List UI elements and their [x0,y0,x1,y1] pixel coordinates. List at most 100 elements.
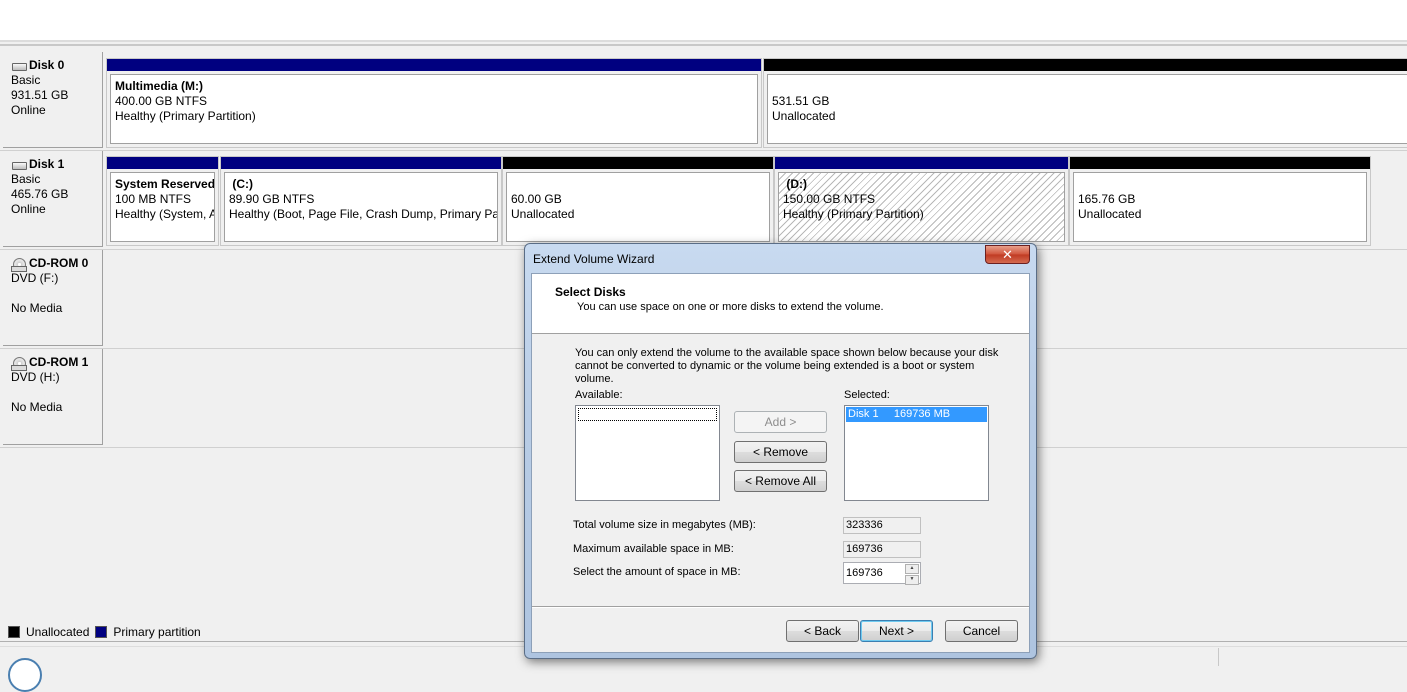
cdrom-1-label[interactable]: CD-ROM 1 DVD (H:) No Media [3,349,103,445]
amount-label: Select the amount of space in MB: [573,566,741,578]
remove-button[interactable]: < Remove [734,441,827,463]
legend: Unallocated Primary partition [8,625,201,639]
cancel-button[interactable]: Cancel [945,620,1018,642]
wizard-client-area: Select Disks You can use space on one or… [531,273,1030,653]
primary-partition-bar [107,59,761,71]
volume-status: Healthy (System, Active, Primary Partiti… [115,207,214,221]
hard-disk-icon [11,160,27,170]
unallocated-bar [764,59,1407,71]
disk-size [11,286,102,301]
wizard-page-title: Select Disks [555,285,626,299]
volume-status: Unallocated [511,207,575,221]
volume-unallocated-165gb[interactable]: 165.76 GB Unallocated [1069,156,1371,246]
volume-title: Multimedia (M:) [115,79,203,93]
available-listbox[interactable] [575,405,720,501]
volume-size: 531.51 GB [772,94,830,108]
amount-spinner[interactable]: 169736 ▲ ▼ [843,562,921,585]
close-button[interactable]: ✕ [985,245,1030,264]
status-bar-separator [1218,648,1219,666]
disk-status: No Media [11,301,63,315]
volume-details: (D:) 150.00 GB NTFS Healthy (Primary Par… [778,172,1065,242]
splitter-line [0,40,1407,42]
wizard-page-subtitle: You can use space on one or more disks t… [577,301,884,313]
volume-details: 165.76 GB Unallocated [1073,172,1367,242]
volume-details: System Reserved 100 MB NTFS Healthy (Sys… [110,172,215,242]
volume-title [1078,177,1366,192]
volume-list-area [0,0,1407,40]
disk-name: Disk 0 [29,58,65,72]
volume-size: 165.76 GB [1078,192,1136,206]
button-separator-highlight [532,607,1029,608]
cd-drive-icon [11,356,27,371]
volume-title [511,177,769,192]
disk-status: Online [11,202,46,216]
remove-all-button[interactable]: < Remove All [734,470,827,492]
volume-title: (C:) [229,177,253,191]
volume-size: 89.90 GB NTFS [229,192,315,206]
volume-size: 400.00 GB NTFS [115,94,208,108]
volume-status: Unallocated [772,109,836,123]
disk-status: No Media [11,400,63,414]
volume-status: Healthy (Primary Partition) [783,207,924,221]
disk-status: Online [11,103,46,117]
selected-disk-item[interactable]: Disk 1 169736 MB [846,407,987,422]
selected-label: Selected: [844,389,890,401]
info-text: You can only extend the volume to the av… [575,347,999,385]
listbox-focus-rect [578,408,717,421]
disk-1-label[interactable]: Disk 1 Basic 465.76 GB Online [3,151,103,247]
volume-unallocated-60gb[interactable]: 60.00 GB Unallocated [502,156,774,246]
disk-type: Basic [11,73,41,87]
disk-size [11,385,102,400]
volume-title [772,79,1407,94]
volume-d-selected[interactable]: (D:) 150.00 GB NTFS Healthy (Primary Par… [774,156,1069,246]
volume-c[interactable]: (C:) 89.90 GB NTFS Healthy (Boot, Page F… [220,156,502,246]
disk-0-label[interactable]: Disk 0 Basic 931.51 GB Online [3,52,103,148]
cdrom-0-label[interactable]: CD-ROM 0 DVD (F:) No Media [3,250,103,346]
close-icon: ✕ [1002,247,1013,262]
volume-title: System Reserved [115,177,215,191]
max-space-value: 169736 [843,541,921,558]
volume-size: 100 MB NTFS [115,192,192,206]
spin-down-icon[interactable]: ▼ [905,575,919,585]
disk-size: 931.51 GB [11,88,69,102]
volume-details: Multimedia (M:) 400.00 GB NTFS Healthy (… [110,74,758,144]
wizard-header: Select Disks You can use space on one or… [532,274,1029,334]
volume-details: 60.00 GB Unallocated [506,172,770,242]
add-button[interactable]: Add > [734,411,827,433]
primary-partition-bar [107,157,218,169]
amount-input[interactable]: 169736 [846,567,883,579]
unallocated-bar [503,157,773,169]
disk-0-row: Disk 0 Basic 931.51 GB Online Multimedia… [0,52,1407,151]
volume-unallocated-disk0[interactable]: 531.51 GB Unallocated [763,58,1407,148]
primary-partition-bar [221,157,501,169]
selected-listbox[interactable]: Disk 1 169736 MB [844,405,989,501]
volume-system-reserved[interactable]: System Reserved 100 MB NTFS Healthy (Sys… [106,156,219,246]
next-button[interactable]: Next > [860,620,933,642]
volume-details: 531.51 GB Unallocated [767,74,1407,144]
unallocated-bar [1070,157,1370,169]
volume-size: 150.00 GB NTFS [783,192,876,206]
hard-disk-icon [11,61,27,71]
disk-name: CD-ROM 1 [29,355,89,369]
volume-title: (D:) [783,177,807,191]
splitter-line-2[interactable] [0,44,1407,46]
disk-type: DVD (H:) [11,370,60,384]
volume-status: Unallocated [1078,207,1142,221]
back-button[interactable]: < Back [786,620,859,642]
volume-multimedia-m[interactable]: Multimedia (M:) 400.00 GB NTFS Healthy (… [106,58,762,148]
disk-type: Basic [11,172,41,186]
extend-volume-wizard-dialog: Extend Volume Wizard ✕ Select Disks You … [524,243,1037,659]
unallocated-swatch [8,626,20,638]
legend-primary: Primary partition [113,625,201,639]
spin-up-icon[interactable]: ▲ [905,564,919,574]
volume-details: (C:) 89.90 GB NTFS Healthy (Boot, Page F… [224,172,498,242]
disk-type: DVD (F:) [11,271,59,285]
total-size-label: Total volume size in megabytes (MB): [573,519,756,531]
volume-status: Healthy (Primary Partition) [115,109,256,123]
start-orb-icon[interactable] [8,658,42,692]
cd-drive-icon [11,257,27,272]
disk-1-row: Disk 1 Basic 465.76 GB Online System Res… [0,151,1407,250]
volume-size: 60.00 GB [511,192,562,206]
disk-name: Disk 1 [29,157,65,171]
legend-unallocated: Unallocated [26,625,90,639]
